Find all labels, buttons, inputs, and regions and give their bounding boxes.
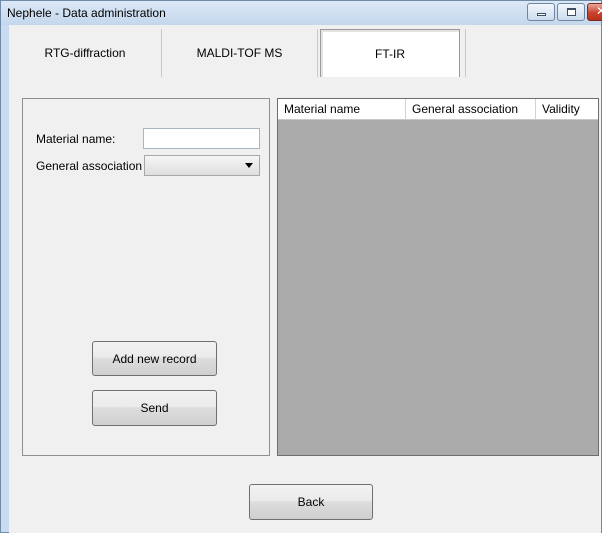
tab-ft-ir[interactable]: FT-IR <box>320 29 460 77</box>
close-icon: ✕ <box>596 4 602 18</box>
chevron-down-icon <box>245 163 253 168</box>
material-name-input[interactable] <box>143 128 260 149</box>
back-label: Back <box>297 495 325 509</box>
general-association-select[interactable] <box>144 155 260 176</box>
tab-divider <box>465 29 466 77</box>
title-bar[interactable]: Nephele - Data administration ✕ <box>1 1 602 25</box>
back-button[interactable]: Back <box>249 484 373 520</box>
column-header-material-name[interactable]: Material name <box>278 99 406 119</box>
tab-maldi-tof-ms[interactable]: MALDI-TOF MS <box>162 29 317 77</box>
maximize-button[interactable] <box>557 3 585 21</box>
grid-header: Material name General association Validi… <box>278 99 598 120</box>
records-grid[interactable]: Material name General association Validi… <box>277 98 599 456</box>
column-header-validity[interactable]: Validity <box>536 99 598 119</box>
window-title: Nephele - Data administration <box>7 6 166 20</box>
tab-label: FT-IR <box>375 46 405 61</box>
minimize-icon <box>537 13 546 16</box>
tab-divider <box>317 29 318 77</box>
tab-bar: RTG-diffraction MALDI-TOF MS FT-IR <box>9 25 601 85</box>
send-label: Send <box>140 401 169 415</box>
app-window: Nephele - Data administration ✕ RTG-diff… <box>0 0 602 533</box>
add-new-record-button[interactable]: Add new record <box>92 341 217 376</box>
record-form-panel: Material name: General association Add n… <box>22 98 270 456</box>
tab-label: MALDI-TOF MS <box>196 46 283 60</box>
column-header-general-association[interactable]: General association <box>406 99 536 119</box>
close-button[interactable]: ✕ <box>587 3 602 21</box>
minimize-button[interactable] <box>527 3 555 21</box>
tab-rtg-diffraction[interactable]: RTG-diffraction <box>9 29 161 77</box>
maximize-icon <box>567 8 576 16</box>
add-new-record-label: Add new record <box>112 351 197 366</box>
tab-label: RTG-diffraction <box>44 46 126 60</box>
general-association-label: General association <box>36 159 143 173</box>
material-name-label: Material name: <box>36 132 116 146</box>
client-area: RTG-diffraction MALDI-TOF MS FT-IR Mater… <box>9 25 601 533</box>
send-button[interactable]: Send <box>92 390 217 426</box>
